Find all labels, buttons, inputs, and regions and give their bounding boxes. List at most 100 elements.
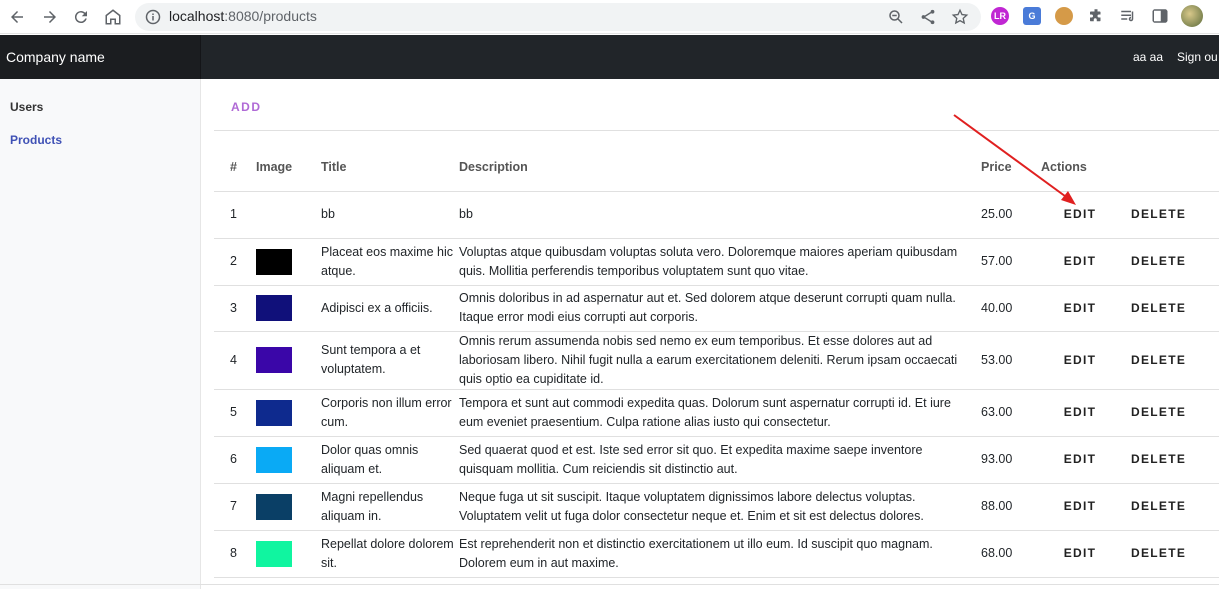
row-description: Sed quaerat quod et est. Iste sed error … — [459, 436, 981, 484]
header-title: Title — [321, 143, 459, 192]
row-description: Omnis rerum assumenda nobis sed nemo ex … — [459, 331, 981, 390]
edit-button[interactable]: EDIT — [1064, 499, 1097, 513]
row-price: 88.00 — [981, 483, 1041, 531]
share-icon[interactable] — [919, 8, 937, 26]
brand-name[interactable]: Company name — [0, 35, 201, 79]
edit-button[interactable]: EDIT — [1064, 452, 1097, 466]
row-image-cell — [256, 389, 321, 437]
table-row: 6 Dolor quas omnis aliquam et. Sed quaerat… — [214, 436, 1219, 484]
row-price: 57.00 — [981, 238, 1041, 286]
row-image-cell — [256, 331, 321, 390]
row-image-cell — [256, 436, 321, 484]
table-row: 7 Magni repellendus aliquam in. Neque fuga… — [214, 483, 1219, 531]
row-number: 1 — [214, 191, 256, 239]
header-number: # — [214, 143, 256, 192]
cookie-extension-icon[interactable] — [1055, 7, 1073, 25]
header-price: Price — [981, 143, 1041, 192]
row-description: bb — [459, 191, 981, 239]
table-row: 4 Sunt tempora a et voluptatem. Omnis reru… — [214, 331, 1219, 390]
row-image-cell — [256, 238, 321, 286]
row-number: 2 — [214, 238, 256, 286]
delete-button[interactable]: DELETE — [1131, 254, 1186, 268]
delete-button[interactable]: DELETE — [1131, 353, 1186, 367]
media-icon[interactable] — [1119, 7, 1137, 25]
header-image: Image — [256, 143, 321, 192]
sidebar-item-users[interactable]: Users — [10, 100, 43, 114]
delete-button[interactable]: DELETE — [1131, 452, 1186, 466]
row-number: 8 — [214, 530, 256, 578]
reload-icon[interactable] — [69, 5, 93, 29]
row-image-cell — [256, 483, 321, 531]
url-host: localhost — [169, 8, 225, 24]
row-price: 53.00 — [981, 331, 1041, 390]
row-title: Repellat dolore dolorem sit. — [321, 530, 459, 578]
edit-button[interactable]: EDIT — [1064, 353, 1097, 367]
row-price: 68.00 — [981, 530, 1041, 578]
row-title: Dolor quas omnis aliquam et. — [321, 436, 459, 484]
row-title: Magni repellendus aliquam in. — [321, 483, 459, 531]
row-description: Neque fuga ut sit suscipit. Itaque volup… — [459, 483, 981, 531]
table-row: 8 Repellat dolore dolorem sit. Est reprehe… — [214, 530, 1219, 578]
app-navbar: Company name aa aa Sign ou — [0, 35, 1219, 79]
row-title: Sunt tempora a et voluptatem. — [321, 331, 459, 390]
add-button[interactable]: ADD — [231, 100, 262, 114]
row-description: Est reprehenderit non et distinctio exer… — [459, 530, 981, 578]
user-name[interactable]: aa aa — [1133, 35, 1163, 79]
product-thumbnail — [256, 347, 292, 373]
header-description: Description — [459, 143, 981, 192]
row-title: bb — [321, 191, 459, 239]
row-number: 3 — [214, 285, 256, 332]
row-price: 93.00 — [981, 436, 1041, 484]
forward-icon[interactable] — [38, 5, 62, 29]
back-icon[interactable] — [5, 5, 29, 29]
row-image-cell — [256, 285, 321, 332]
zoom-icon[interactable] — [887, 8, 905, 26]
table-header-row: # Image Title Description Price Actions — [214, 143, 1219, 192]
info-icon[interactable] — [145, 9, 161, 25]
sign-out-link[interactable]: Sign ou — [1177, 35, 1218, 79]
product-thumbnail — [256, 446, 292, 473]
product-thumbnail — [256, 493, 292, 520]
address-bar[interactable]: localhost:8080/products — [135, 3, 981, 31]
row-description: Omnis doloribus in ad aspernatur aut et.… — [459, 285, 981, 332]
row-title: Adipisci ex a officiis. — [321, 285, 459, 332]
header-actions: Actions — [1041, 143, 1219, 192]
row-title: Corporis non illum error cum. — [321, 389, 459, 437]
star-icon[interactable] — [951, 8, 969, 26]
bottom-divider — [0, 584, 1219, 585]
profile-avatar[interactable] — [1181, 5, 1203, 27]
sidepanel-icon[interactable] — [1151, 7, 1169, 25]
edit-button[interactable]: EDIT — [1064, 405, 1097, 419]
table-row: 5 Corporis non illum error cum. Tempora et… — [214, 389, 1219, 437]
table-row: 1 bb bb 25.00 EDIT DELETE — [214, 191, 1219, 239]
edit-button[interactable]: EDIT — [1064, 546, 1097, 560]
table-row: 3 Adipisci ex a officiis. Omnis doloribus … — [214, 285, 1219, 332]
table-row: 2 Placeat eos maxime hic atque. Voluptas a… — [214, 238, 1219, 286]
delete-button[interactable]: DELETE — [1131, 207, 1186, 221]
extension-lr-icon[interactable]: LR — [991, 7, 1009, 25]
edit-button[interactable]: EDIT — [1064, 301, 1097, 315]
browser-toolbar: localhost:8080/products LR G — [0, 0, 1219, 34]
row-title: Placeat eos maxime hic atque. — [321, 238, 459, 286]
delete-button[interactable]: DELETE — [1131, 546, 1186, 560]
row-price: 40.00 — [981, 285, 1041, 332]
row-image-cell — [256, 191, 321, 239]
delete-button[interactable]: DELETE — [1131, 499, 1186, 513]
row-number: 7 — [214, 483, 256, 531]
delete-button[interactable]: DELETE — [1131, 301, 1186, 315]
translate-extension-icon[interactable]: G — [1023, 7, 1041, 25]
edit-button[interactable]: EDIT — [1064, 254, 1097, 268]
product-thumbnail — [256, 295, 292, 321]
main-content: ADD # Image Title Description Price Acti… — [214, 79, 1219, 585]
sidebar-item-products[interactable]: Products — [10, 133, 62, 147]
home-icon[interactable] — [101, 5, 125, 29]
row-image-cell — [256, 530, 321, 578]
sidebar: Users Products — [0, 79, 201, 589]
row-number: 5 — [214, 389, 256, 437]
extension-icon[interactable] — [1087, 7, 1105, 25]
edit-button[interactable]: EDIT — [1064, 207, 1097, 221]
product-thumbnail — [256, 399, 292, 426]
row-price: 25.00 — [981, 191, 1041, 239]
delete-button[interactable]: DELETE — [1131, 405, 1186, 419]
product-thumbnail — [256, 248, 292, 275]
